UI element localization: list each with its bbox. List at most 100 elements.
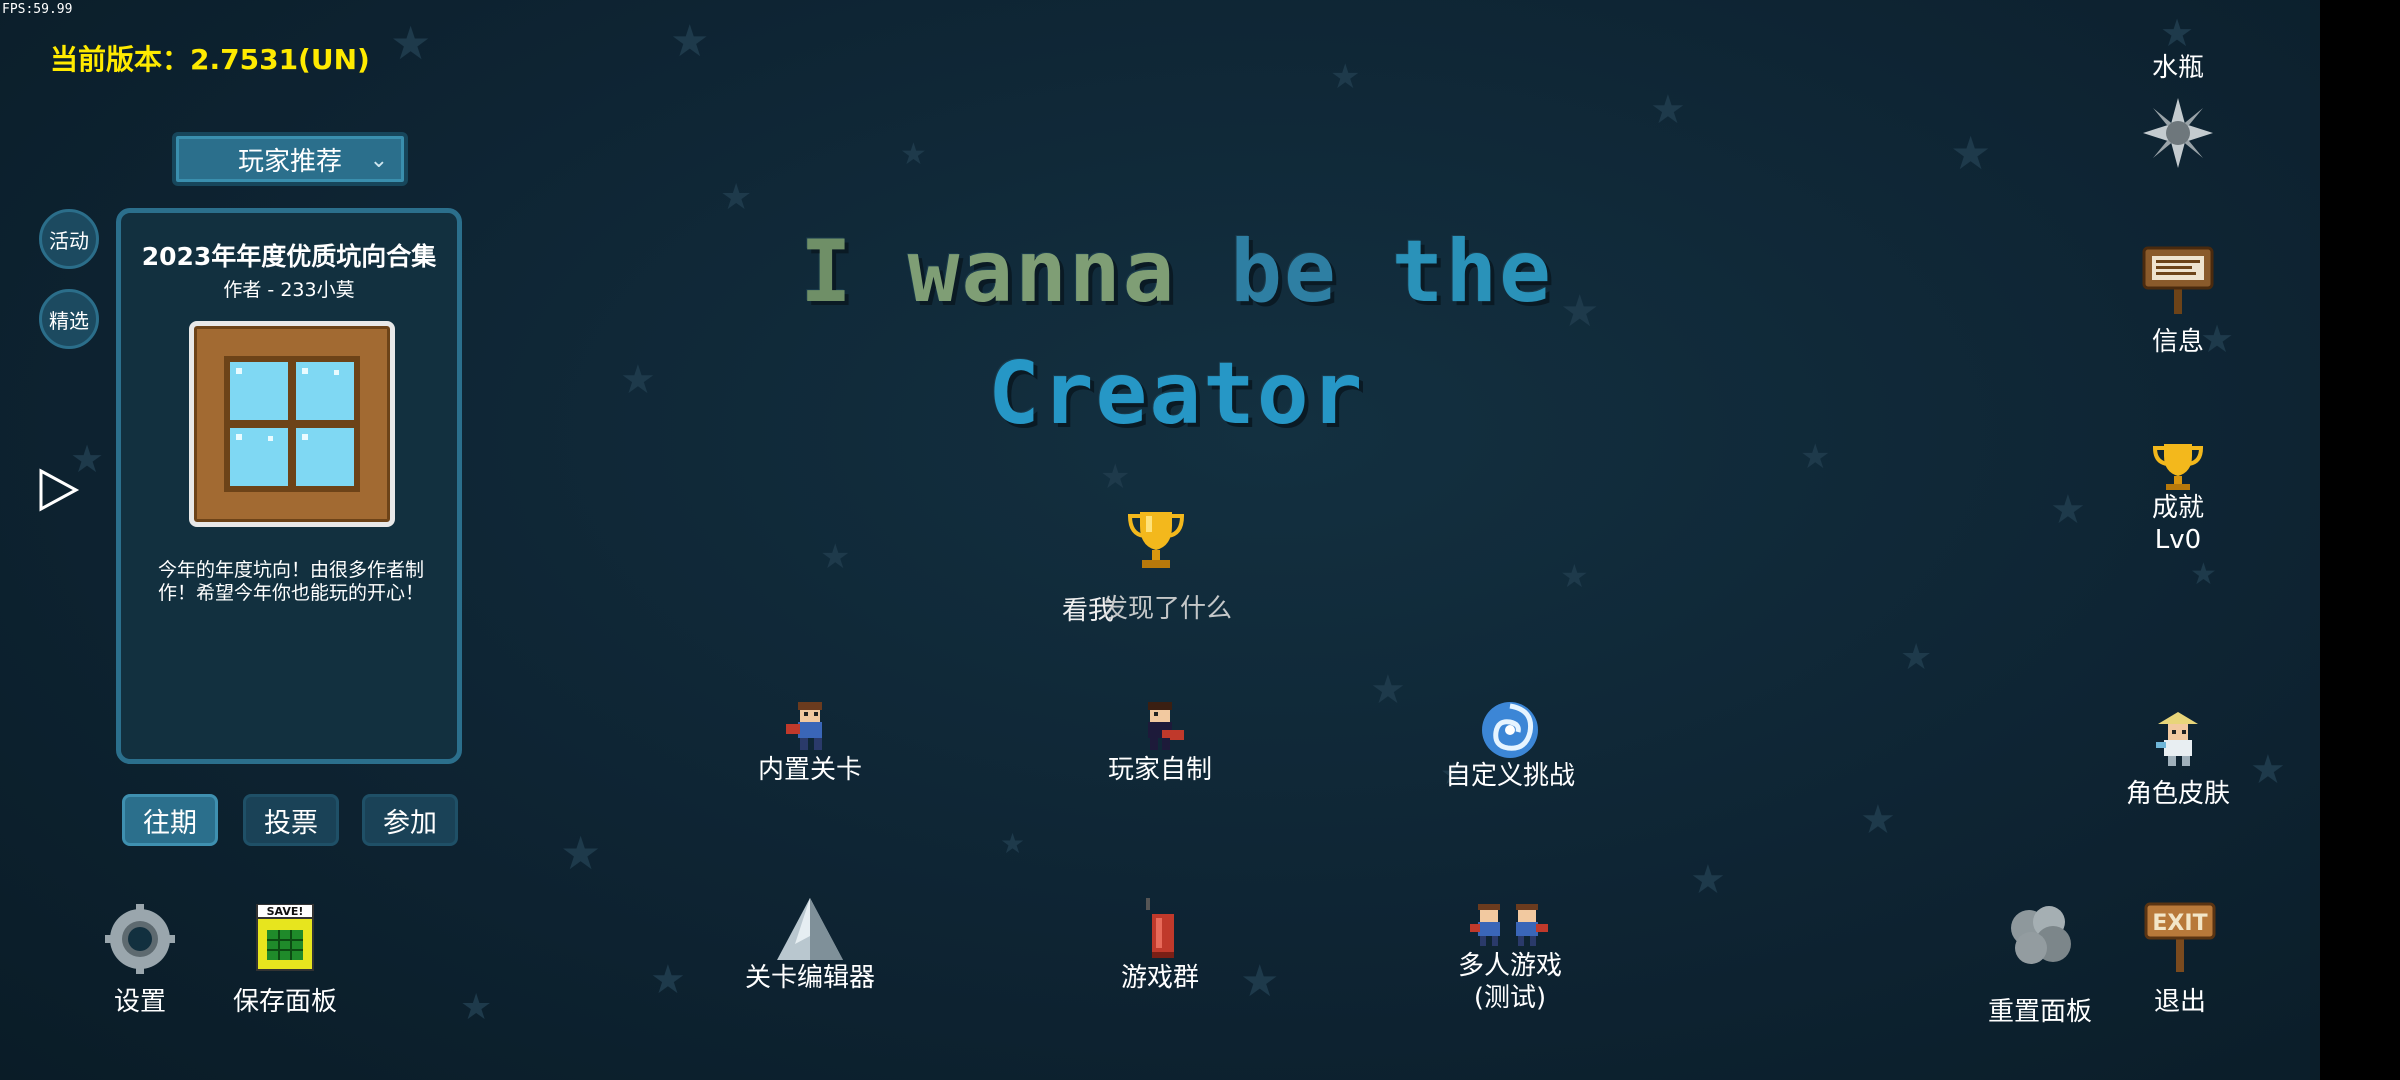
- background-star-icon: ★: [650, 957, 686, 1003]
- background-star-icon: ★: [820, 537, 851, 577]
- gear-icon: [105, 904, 175, 974]
- background-star-icon: ★: [1900, 637, 1933, 678]
- background-star-icon: ★: [390, 16, 432, 70]
- player-made-label: 玩家自制: [1107, 755, 1212, 785]
- red-bottle-icon: [1146, 898, 1174, 958]
- multiplayer-test-label: (测试): [1473, 983, 1547, 1013]
- save-sign-text: SAVE!: [267, 905, 304, 918]
- background-star-icon: ★: [1100, 457, 1131, 497]
- background-star-icon: ★: [1560, 286, 1600, 337]
- two-characters-icon: [1470, 904, 1548, 946]
- background-star-icon: ★: [2160, 11, 2195, 55]
- featured-label: 精选: [49, 308, 89, 333]
- skin-character-icon: [2156, 712, 2198, 766]
- background-star-icon: ★: [1000, 827, 1026, 860]
- play-arrow-icon[interactable]: [38, 468, 80, 512]
- settings-label: 设置: [113, 987, 166, 1017]
- background-star-icon: ★: [2050, 487, 2086, 533]
- card-title: 2023年年度优质坑向合集: [141, 242, 437, 271]
- activity-button[interactable]: 活动: [39, 209, 99, 269]
- featured-button[interactable]: 精选: [39, 289, 99, 349]
- caped-character-icon: [1148, 702, 1184, 750]
- chevron-down-icon: ⌄: [369, 148, 388, 173]
- achievement-trophy-icon: [2152, 444, 2204, 490]
- background-star-icon: ★: [900, 137, 927, 172]
- exit-button[interactable]: EXIT 退出: [2130, 900, 2230, 1018]
- activity-label: 活动: [49, 228, 89, 253]
- tab-join-label: 参加: [383, 807, 437, 839]
- reset-panel-label: 重置面板: [1987, 997, 2092, 1027]
- background-star-icon: ★: [1950, 126, 1992, 180]
- title-word-be: be: [1230, 222, 1338, 322]
- fps-counter: FPS:59.99: [2, 2, 73, 17]
- save-panel-label: 保存面板: [232, 987, 337, 1017]
- background-star-icon: ★: [1330, 57, 1361, 97]
- exit-sign-text: EXIT: [2152, 911, 2207, 936]
- background-star-icon: ★: [2190, 557, 2217, 592]
- level-editor-button[interactable]: 关卡编辑器: [720, 896, 900, 994]
- custom-challenge-label: 自定义挑战: [1444, 761, 1575, 791]
- tab-join[interactable]: 参加: [362, 794, 458, 846]
- character-skin-label: 角色皮肤: [2125, 779, 2230, 809]
- reset-panel-button[interactable]: 重置面板: [1960, 900, 2120, 1028]
- featured-level-card[interactable]: 2023年年度优质坑向合集 作者 - 233小莫 今年的年度坑向！由很多作者制作…: [116, 208, 462, 764]
- background-star-icon: ★: [1650, 87, 1686, 133]
- trophy-icon[interactable]: [1126, 508, 1186, 572]
- tab-vote-label: 投票: [264, 807, 318, 839]
- background-star-icon: ★: [1690, 857, 1726, 903]
- achievement-label: 成就: [2151, 493, 2204, 523]
- spiked-ball-icon: [2143, 98, 2213, 168]
- center-message-b: 发现了什么: [1102, 594, 1233, 624]
- multiplayer-label: 多人游戏: [1457, 951, 1562, 981]
- card-description: 今年的年度坑向！由很多作者制作！希望今年你也能玩的开心！: [157, 559, 424, 604]
- title-word-i: I: [800, 222, 854, 322]
- version-label: 当前版本：2.7531(UN): [50, 43, 370, 76]
- category-dropdown-label: 玩家推荐: [237, 146, 342, 177]
- smoke-cloud-icon: [2011, 906, 2071, 964]
- info-label: 信息: [2151, 327, 2204, 357]
- bottle-button[interactable]: 水瓶: [2120, 52, 2236, 168]
- exit-label: 退出: [2153, 987, 2206, 1017]
- background-star-icon: ★: [1800, 437, 1831, 477]
- title-word-the: the: [1391, 222, 1553, 322]
- tab-vote[interactable]: 投票: [243, 794, 339, 846]
- title-word-wanna: wanna: [907, 222, 1177, 322]
- signboard-icon: [2142, 246, 2214, 314]
- background-star-icon: ★: [1370, 667, 1406, 713]
- background-star-icon: ★: [1560, 557, 1589, 595]
- level-editor-label: 关卡编辑器: [744, 963, 875, 993]
- swirl-portal-icon: [1482, 702, 1538, 758]
- tab-past[interactable]: 往期: [122, 794, 218, 846]
- screen-edge-bar: [2320, 0, 2400, 1080]
- card-author: 作者 - 233小莫: [223, 279, 355, 301]
- window-thumbnail-icon: [189, 321, 395, 527]
- game-screen: ★★★★★★★★★★★★★★★★★★★★★★★★★★★★★★★ FPS:59.9…: [0, 0, 2320, 1080]
- game-title-line2: Creator: [988, 344, 1365, 444]
- custom-challenge-button[interactable]: 自定义挑战: [1410, 700, 1610, 792]
- builtin-levels-label: 内置关卡: [757, 755, 862, 785]
- game-group-button[interactable]: 游戏群: [1070, 896, 1250, 994]
- game-group-label: 游戏群: [1120, 963, 1199, 993]
- background-star-icon: ★: [1860, 797, 1896, 843]
- info-button[interactable]: 信息: [2120, 244, 2236, 358]
- settings-button[interactable]: 设置: [90, 904, 190, 1018]
- game-title-line1: I wanna be the: [800, 222, 1553, 322]
- category-dropdown[interactable]: 玩家推荐 ⌄: [172, 132, 408, 186]
- player-made-button[interactable]: 玩家自制: [1070, 700, 1250, 786]
- background-star-icon: ★: [720, 177, 753, 218]
- character-skin-button[interactable]: 角色皮肤: [2080, 712, 2276, 810]
- background-star-icon: ★: [620, 357, 656, 403]
- spike-triangle-icon: [777, 898, 843, 960]
- tab-past-label: 往期: [143, 807, 197, 839]
- multiplayer-button[interactable]: 多人游戏 (测试): [1410, 902, 1610, 1014]
- save-sign-icon: SAVE!: [256, 904, 314, 971]
- achievement-level: Lv0: [2154, 525, 2202, 555]
- achievement-button[interactable]: 成就 Lv0: [2120, 442, 2236, 556]
- bottle-label: 水瓶: [2151, 53, 2204, 83]
- background-star-icon: ★: [560, 826, 602, 880]
- background-star-icon: ★: [460, 987, 493, 1028]
- exit-sign-icon: EXIT: [2144, 902, 2216, 972]
- builtin-levels-button[interactable]: 内置关卡: [720, 700, 900, 786]
- save-panel-button[interactable]: SAVE! 保存面板: [210, 904, 360, 1018]
- kid-character-icon: [786, 702, 822, 750]
